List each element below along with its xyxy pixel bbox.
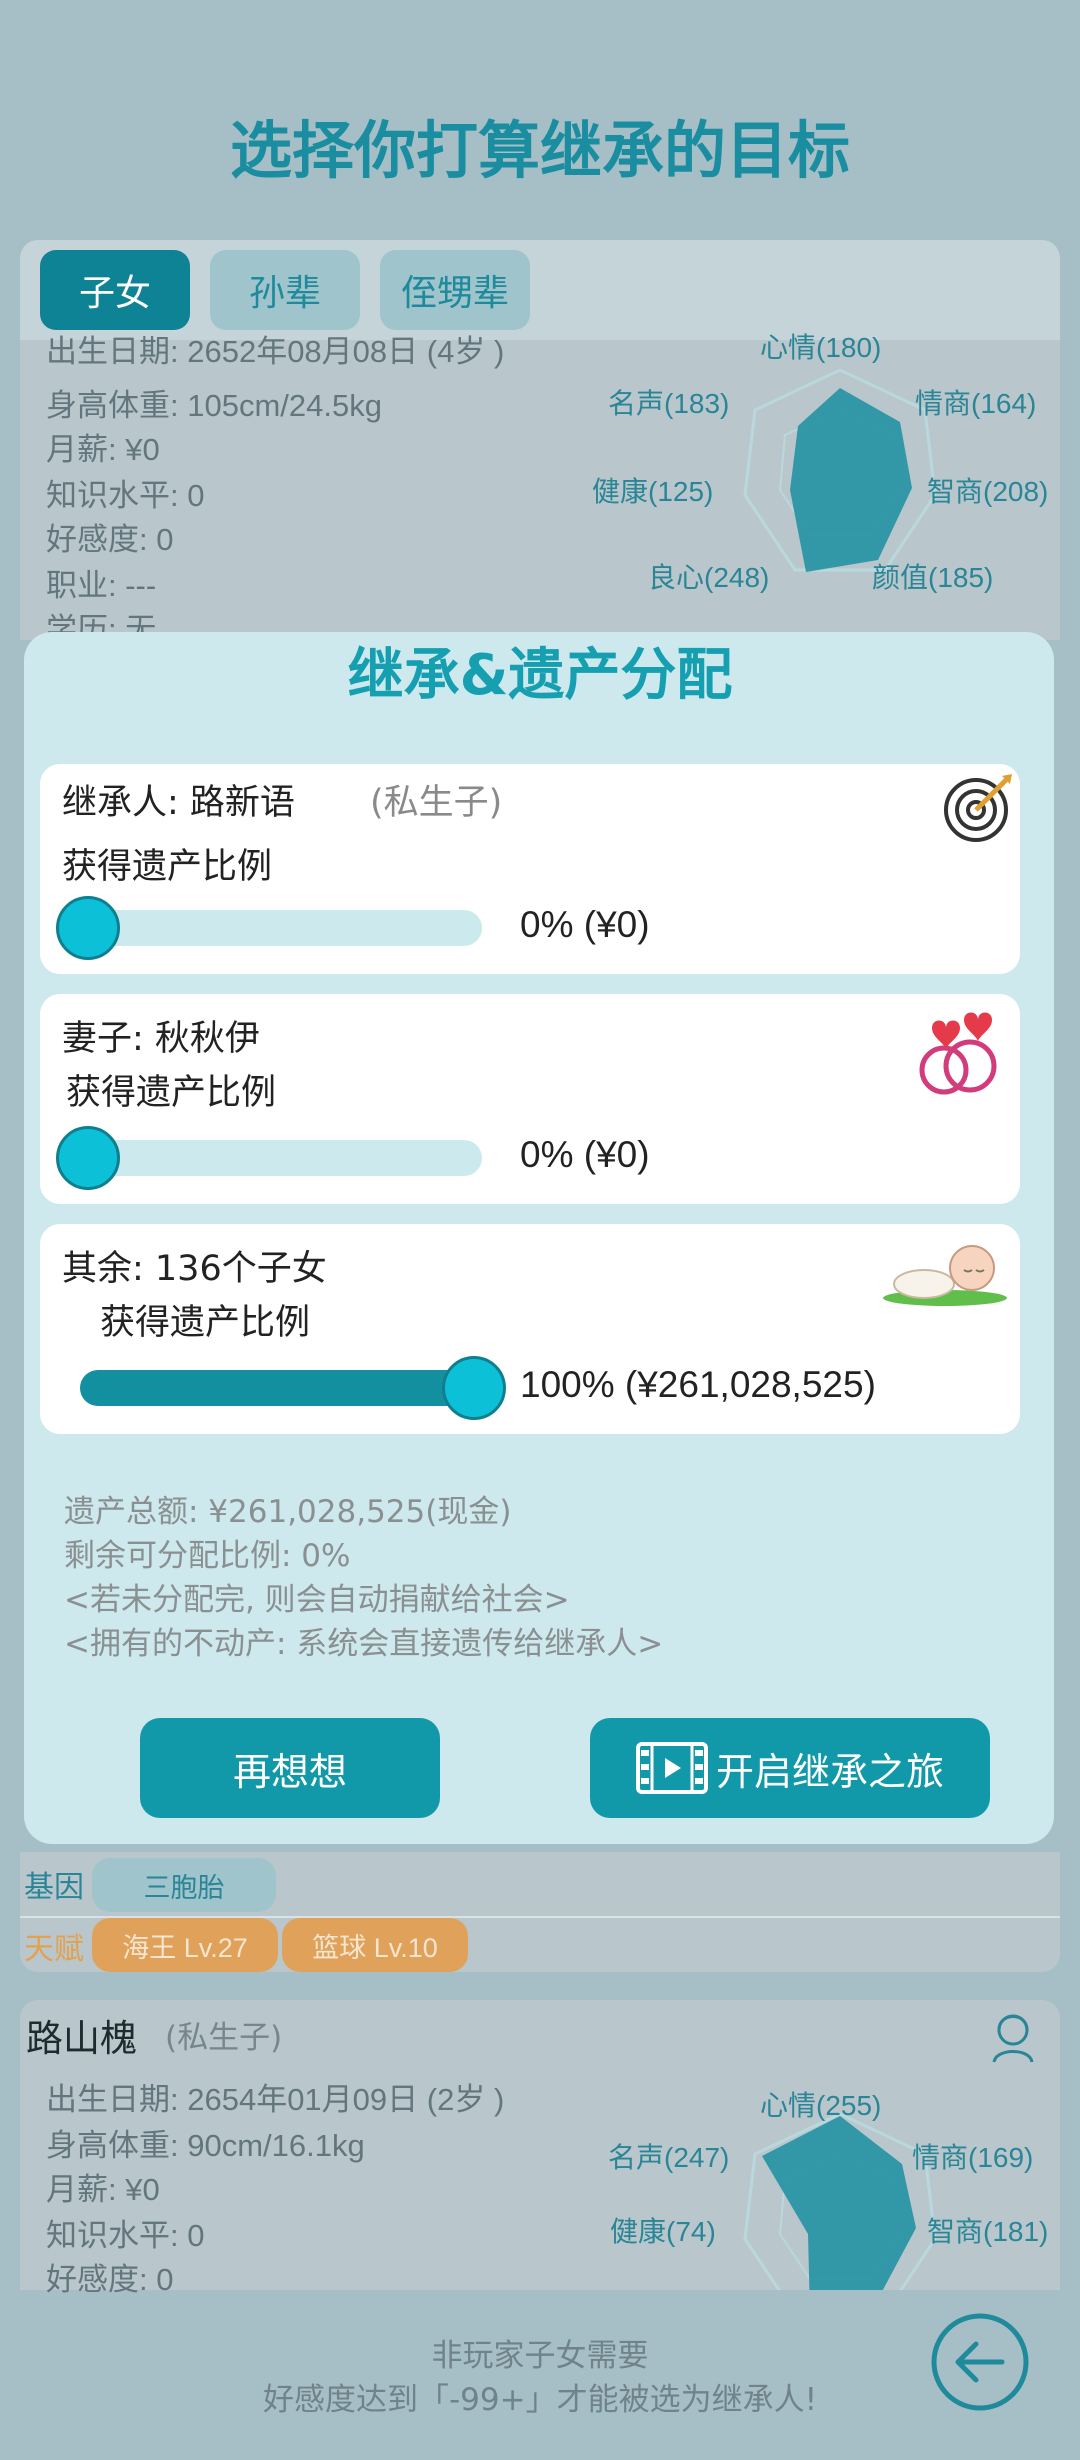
spouse-ratio-label: 获得遗产比例 xyxy=(66,1073,277,1113)
back-arrow-icon[interactable] xyxy=(928,2310,1032,2414)
gene-badge: 三胞胎 xyxy=(92,1858,276,1912)
radar-label-conscience: 良心(248) xyxy=(648,562,770,593)
child-card-1[interactable]: 出生日期: 2652年08月08日 (4岁 ) 身高体重: 105cm/24.5… xyxy=(20,332,1060,647)
heir-section: 继承人: 路新语 (私生子) 获得遗产比例 0% (¥0) xyxy=(40,764,1020,974)
child-note: (私生子) xyxy=(165,2020,283,2056)
rings-hearts-icon xyxy=(919,1012,997,1095)
radar-label-fame: 名声(247) xyxy=(608,2142,730,2173)
footer-note-line2: 好感度达到「-99+」才能被选为继承人! xyxy=(262,2382,818,2418)
sleeping-baby-icon xyxy=(883,1245,1007,1306)
spouse-label: 妻子: 秋秋伊 xyxy=(62,1019,260,1059)
salary-line: 月薪: ¥0 xyxy=(46,432,160,467)
start-inheritance-label: 开启继承之旅 xyxy=(715,1749,944,1794)
others-label: 其余: 136个子女 xyxy=(62,1249,327,1289)
others-slider-fill xyxy=(80,1370,500,1406)
knowledge-line: 知识水平: 0 xyxy=(46,478,205,513)
radar-label-looks: 颜值(185) xyxy=(872,562,994,593)
radar-label-health: 健康(74) xyxy=(610,2216,716,2247)
radar-label-iq: 智商(181) xyxy=(927,2216,1049,2247)
spouse-slider-handle[interactable] xyxy=(56,1126,120,1190)
radar-label-health: 健康(125) xyxy=(592,476,714,507)
heir-note: (私生子) xyxy=(370,783,503,823)
film-play-icon xyxy=(635,1742,708,1794)
talent-badge: 篮球 Lv.10 xyxy=(282,1918,468,1972)
remaining-ratio: 剩余可分配比例: 0% xyxy=(64,1538,351,1574)
job-line: 职业: --- xyxy=(46,568,157,603)
spouse-section: 妻子: 秋秋伊 获得遗产比例 0% (¥0) xyxy=(40,994,1020,1204)
heir-slider-track[interactable] xyxy=(62,910,482,946)
heir-ratio-label: 获得遗产比例 xyxy=(62,847,273,887)
others-ratio-label: 获得遗产比例 xyxy=(100,1303,311,1343)
traits-area: 基因 三胞胎 天赋 海王 Lv.27 篮球 Lv.10 xyxy=(20,1852,1060,1972)
tab-grandchildren[interactable]: 孙辈 xyxy=(210,250,360,330)
estate-total: 遗产总额: ¥261,028,525(现金) xyxy=(64,1494,512,1530)
heir-slider-handle[interactable] xyxy=(56,896,120,960)
birthdate-line: 出生日期: 2652年08月08日 (4岁 ) xyxy=(46,334,505,369)
height-weight-line: 身高体重: 90cm/16.1kg xyxy=(46,2128,365,2163)
heir-label: 继承人: 路新语 xyxy=(62,783,295,823)
heir-share-value: 0% (¥0) xyxy=(520,904,650,945)
others-slider-track[interactable] xyxy=(80,1370,500,1406)
others-section: 其余: 136个子女 获得遗产比例 100% (¥261,028,525) xyxy=(40,1224,1020,1434)
real-estate-note: <拥有的不动产: 系统会直接遗传给继承人> xyxy=(64,1626,664,1662)
radar-label-eq: 情商(169) xyxy=(912,2142,1034,2173)
gene-label: 基因 xyxy=(24,1870,84,1905)
others-share-value: 100% (¥261,028,525) xyxy=(520,1364,876,1405)
spouse-share-value: 0% (¥0) xyxy=(520,1134,650,1175)
radar-label-mood: 心情(180) xyxy=(760,332,882,363)
child-card-2[interactable]: 路山槐 (私生子) 出生日期: 2654年01月09日 (2岁 ) 身高体重: … xyxy=(20,2000,1060,2297)
radar-label-iq: 智商(208) xyxy=(927,476,1049,507)
tab-bar: 子女 孙辈 侄甥辈 xyxy=(20,240,1060,340)
height-weight-line: 身高体重: 105cm/24.5kg xyxy=(46,388,382,423)
talent-label: 天赋 xyxy=(24,1932,84,1967)
page-title: 选择你打算继承的目标 xyxy=(229,114,850,187)
salary-line: 月薪: ¥0 xyxy=(46,2172,160,2207)
others-slider-handle[interactable] xyxy=(442,1356,506,1420)
affection-line: 好感度: 0 xyxy=(46,522,174,557)
tab-children[interactable]: 子女 xyxy=(40,250,190,330)
footer: 非玩家子女需要 好感度达到「-99+」才能被选为继承人! xyxy=(80,2290,1000,2460)
radar-chart xyxy=(743,2112,937,2290)
tab-nephews[interactable]: 侄甥辈 xyxy=(380,250,530,330)
birthdate-line: 出生日期: 2654年01月09日 (2岁 ) xyxy=(46,2082,505,2117)
radar-label-eq: 情商(164) xyxy=(915,388,1037,419)
portrait-icon xyxy=(992,2014,1034,2063)
rethink-button[interactable]: 再想想 xyxy=(140,1718,440,1818)
start-inheritance-button[interactable]: 开启继承之旅 xyxy=(590,1718,990,1818)
target-icon xyxy=(944,774,1012,842)
radar-label-mood: 心情(255) xyxy=(760,2090,882,2121)
modal-title: 继承&遗产分配 xyxy=(347,643,733,708)
footer-note-line1: 非玩家子女需要 xyxy=(431,2338,649,2374)
knowledge-line: 知识水平: 0 xyxy=(46,2218,205,2253)
child-name: 路山槐 xyxy=(26,2017,137,2060)
talent-badge: 海王 Lv.27 xyxy=(92,1918,278,1972)
donation-note: <若未分配完, 则会自动捐献给社会> xyxy=(64,1582,570,1618)
spouse-slider-track[interactable] xyxy=(62,1140,482,1176)
radar-label-fame: 名声(183) xyxy=(608,388,730,419)
